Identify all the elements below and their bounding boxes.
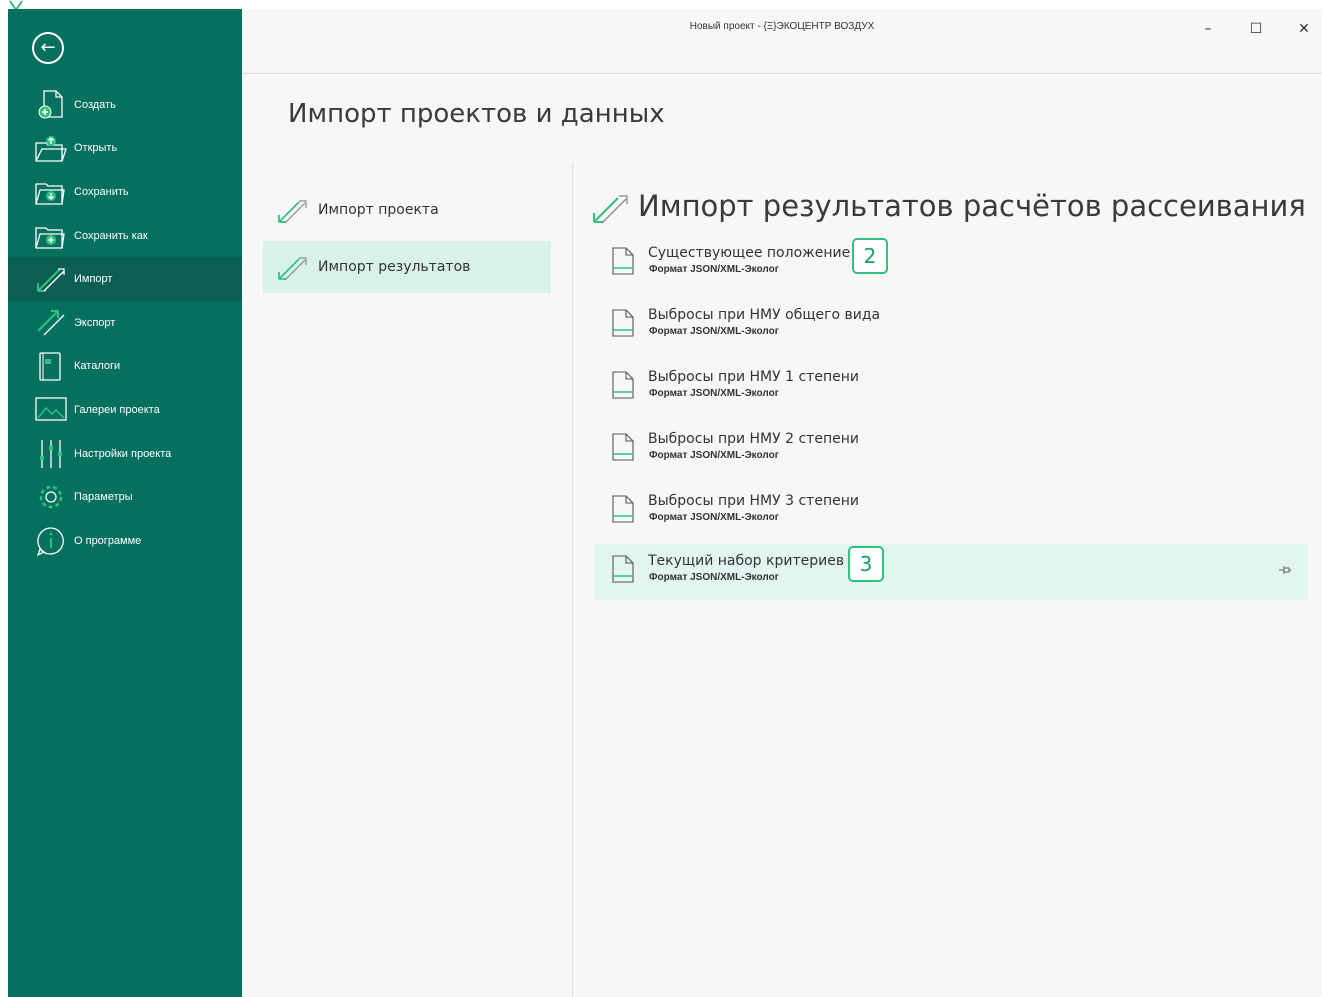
window-title: Новый проект - {Ξ}ЭКОЦЕНТР ВОЗДУХ xyxy=(689,21,875,32)
sidebar: ← Создать Открыть Сохранить Сохранить ка… xyxy=(8,9,242,997)
document-icon xyxy=(612,371,634,399)
import-item-title: Выбросы при НМУ 3 степени xyxy=(648,493,859,509)
import-item-title: Существующее положение xyxy=(648,245,851,261)
import-icon xyxy=(593,195,628,224)
import-item-nmu-1[interactable]: Выбросы при НМУ 1 степени Формат JSON/XM… xyxy=(594,360,1308,416)
import-item-title: Текущий набор критериев xyxy=(648,553,845,569)
sidebar-item-label: Настройки проекта xyxy=(74,447,172,460)
pin-icon[interactable] xyxy=(1278,563,1292,577)
import-item-nmu-2[interactable]: Выбросы при НМУ 2 степени Формат JSON/XM… xyxy=(594,422,1308,478)
divider xyxy=(572,163,573,997)
settings-sliders-icon xyxy=(40,439,62,468)
arrow-left-icon: ← xyxy=(40,37,56,58)
sidebar-item-label: Создать xyxy=(74,98,116,111)
sidebar-item-label: О программе xyxy=(74,534,142,547)
maximize-icon: ☐ xyxy=(1249,21,1263,37)
import-item-format: Формат JSON/XML-Эколог xyxy=(649,326,779,337)
import-item-title: Выбросы при НМУ 1 степени xyxy=(648,369,859,385)
title-bar: Новый проект - {Ξ}ЭКОЦЕНТР ВОЗДУХ – ☐ ✕ xyxy=(242,9,1322,74)
maximize-button[interactable]: ☐ xyxy=(1244,17,1268,41)
minimize-button[interactable]: – xyxy=(1196,17,1220,41)
document-icon xyxy=(612,555,634,583)
subnav-item-label: Импорт проекта xyxy=(318,202,439,218)
sidebar-item-save-as[interactable]: Сохранить как xyxy=(8,214,242,258)
import-item-existing-position[interactable]: Существующее положение Формат JSON/XML-Э… xyxy=(594,236,1308,292)
catalog-icon xyxy=(39,351,61,381)
import-icon xyxy=(278,200,307,224)
import-item-format: Формат JSON/XML-Эколог xyxy=(649,264,779,275)
minimize-icon: – xyxy=(1204,21,1212,37)
sidebar-item-label: Параметры xyxy=(74,491,133,504)
document-icon xyxy=(612,433,634,461)
sidebar-item-label: Импорт xyxy=(74,273,113,286)
import-item-nmu-general[interactable]: Выбросы при НМУ общего вида Формат JSON/… xyxy=(594,298,1308,354)
open-folder-icon xyxy=(35,135,67,162)
back-button[interactable]: ← xyxy=(32,32,64,64)
save-as-icon xyxy=(35,227,65,249)
page-title: Импорт проектов и данных xyxy=(288,99,665,129)
document-icon xyxy=(612,309,634,337)
section-title: Импорт результатов расчётов рассеивания xyxy=(638,189,1306,223)
sidebar-item-parameters[interactable]: Параметры xyxy=(8,475,242,519)
sidebar-item-label: Каталоги xyxy=(74,360,121,373)
import-item-format: Формат JSON/XML-Эколог xyxy=(649,388,779,399)
step-badge: 2 xyxy=(852,238,888,274)
import-item-current-criteria[interactable]: Текущий набор критериев Формат JSON/XML-… xyxy=(594,544,1308,600)
sidebar-item-catalogs[interactable]: Каталоги xyxy=(8,345,242,389)
subnav-item-import-project[interactable]: Импорт проекта xyxy=(263,184,551,236)
close-icon: ✕ xyxy=(1298,21,1310,37)
import-item-format: Формат JSON/XML-Эколог xyxy=(649,450,779,461)
info-icon xyxy=(36,527,64,557)
sidebar-item-open[interactable]: Открыть xyxy=(8,127,242,171)
import-item-title: Выбросы при НМУ 2 степени xyxy=(648,431,859,447)
close-button[interactable]: ✕ xyxy=(1292,17,1316,41)
sidebar-item-label: Открыть xyxy=(74,142,118,155)
sidebar-item-import[interactable]: Импорт xyxy=(8,257,242,301)
sidebar-item-label: Экспорт xyxy=(74,316,116,329)
import-icon xyxy=(278,257,307,281)
document-icon xyxy=(612,247,634,275)
gallery-icon xyxy=(35,397,67,421)
export-icon xyxy=(37,309,65,336)
sidebar-item-label: Сохранить xyxy=(74,185,129,198)
document-icon xyxy=(612,495,634,523)
save-icon xyxy=(35,183,65,205)
sidebar-item-label: Сохранить как xyxy=(74,229,148,242)
sidebar-item-create[interactable]: Создать xyxy=(8,83,242,127)
import-item-title: Выбросы при НМУ общего вида xyxy=(648,307,881,323)
sidebar-item-galleries[interactable]: Галереи проекта xyxy=(8,388,242,432)
new-file-icon xyxy=(38,90,63,119)
sidebar-item-export[interactable]: Экспорт xyxy=(8,301,242,345)
step-badge: 3 xyxy=(848,546,884,582)
subnav-item-import-results[interactable]: Импорт результатов xyxy=(263,241,551,293)
sidebar-item-label: Галереи проекта xyxy=(74,403,160,416)
sidebar-item-save[interactable]: Сохранить xyxy=(8,170,242,214)
sidebar-item-project-settings[interactable]: Настройки проекта xyxy=(8,432,242,476)
sidebar-item-about[interactable]: О программе xyxy=(8,519,242,563)
sidebar-menu: Создать Открыть Сохранить Сохранить как … xyxy=(8,83,242,563)
app-window: ← Создать Открыть Сохранить Сохранить ка… xyxy=(8,9,1322,997)
import-item-format: Формат JSON/XML-Эколог xyxy=(649,512,779,523)
import-icon xyxy=(37,268,65,293)
subnav-item-label: Импорт результатов xyxy=(318,259,471,275)
gear-icon xyxy=(39,486,63,509)
import-item-format: Формат JSON/XML-Эколог xyxy=(649,572,779,583)
import-item-nmu-3[interactable]: Выбросы при НМУ 3 степени Формат JSON/XM… xyxy=(594,484,1308,540)
